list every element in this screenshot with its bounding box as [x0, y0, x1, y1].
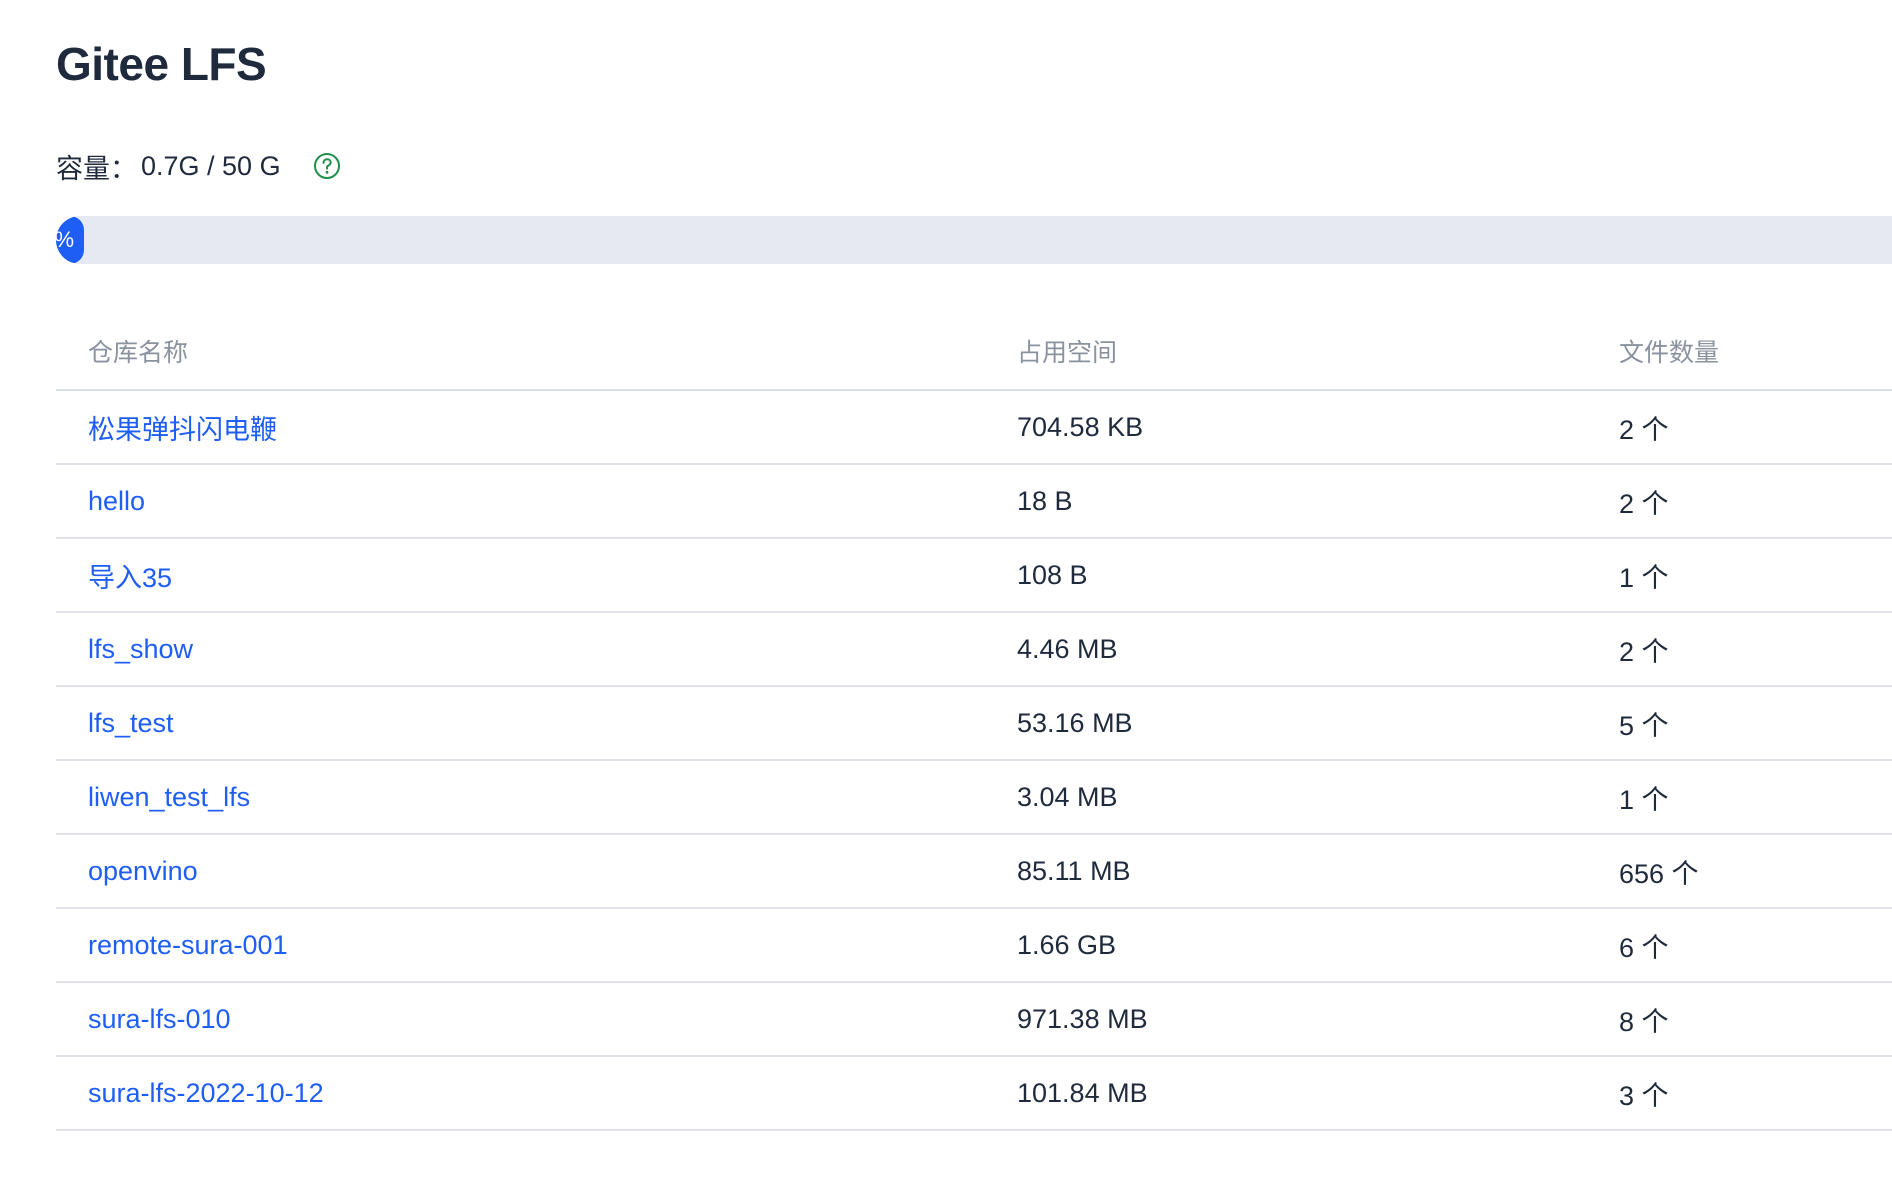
capacity-progress-bar: %: [56, 216, 1892, 264]
progress-percent-text: %: [56, 227, 74, 252]
repo-file-count-cell: 656 个: [1619, 834, 1892, 909]
repo-file-count-cell: 3 个: [1619, 1056, 1892, 1131]
column-header-size: 占用空间: [1017, 313, 1619, 391]
table-row: remote-sura-001 1.66 GB 6 个: [56, 908, 1892, 983]
table-row: sura-lfs-2022-10-12 101.84 MB 3 个: [56, 1056, 1892, 1131]
table-row: hello 18 B2 个: [56, 464, 1892, 539]
repo-file-count-cell: 5 个: [1619, 686, 1892, 761]
repo-size-cell: 18 B: [1017, 464, 1619, 539]
column-header-name: 仓库名称: [56, 313, 1017, 391]
repo-name-cell: lfs_test: [56, 686, 1017, 761]
table-row: openvino 85.11 MB 656 个: [56, 834, 1892, 909]
repo-file-count-cell: 2 个: [1619, 390, 1892, 465]
table-row: 松果弹抖闪电鞭 704.58 KB 2 个: [56, 390, 1892, 465]
repo-name-cell: remote-sura-001: [56, 908, 1017, 983]
repo-size-cell: 1.66 GB: [1017, 908, 1619, 983]
repo-name-cell: openvino: [56, 834, 1017, 909]
repo-size-cell: 3.04 MB: [1017, 760, 1619, 835]
repo-file-count-cell: 2 个: [1619, 464, 1892, 539]
repo-link[interactable]: liwen_test_lfs: [88, 782, 250, 812]
repo-link[interactable]: 导入35: [88, 563, 172, 593]
repo-name-cell: hello: [56, 464, 1017, 539]
repo-size-cell: 85.11 MB: [1017, 834, 1619, 909]
repo-name-cell: 松果弹抖闪电鞭: [56, 390, 1017, 465]
capacity-label: 容量：: [56, 153, 137, 184]
capacity-row: 容量： 0.7G / 50 G: [56, 148, 341, 184]
repo-link[interactable]: hello: [88, 486, 145, 516]
question-circle-icon[interactable]: [313, 152, 341, 180]
capacity-value: 0.7G / 50 G: [141, 150, 281, 181]
repo-link[interactable]: sura-lfs-2022-10-12: [88, 1078, 324, 1108]
repo-link[interactable]: 松果弹抖闪电鞭: [88, 415, 277, 445]
repo-file-count-cell: 1 个: [1619, 538, 1892, 613]
repo-name-cell: 导入35: [56, 538, 1017, 613]
repo-file-count-cell: 1 个: [1619, 760, 1892, 835]
table-row: 导入35 108 B1 个: [56, 538, 1892, 613]
repo-link[interactable]: lfs_test: [88, 708, 174, 738]
repo-link[interactable]: sura-lfs-010: [88, 1004, 231, 1034]
capacity-progress-fill: %: [56, 216, 84, 264]
repo-name-cell: sura-lfs-010: [56, 982, 1017, 1057]
repo-size-cell: 971.38 MB: [1017, 982, 1619, 1057]
repo-link[interactable]: lfs_show: [88, 634, 193, 664]
repo-link[interactable]: openvino: [88, 856, 198, 886]
table-row: sura-lfs-010 971.38 MB 8 个: [56, 982, 1892, 1057]
repo-table: 仓库名称 占用空间 文件数量 松果弹抖闪电鞭 704.58 KB 2 个 hello 1…: [56, 313, 1892, 1131]
repo-file-count-cell: 6 个: [1619, 908, 1892, 983]
table-row: liwen_test_lfs 3.04 MB 1 个: [56, 760, 1892, 835]
repo-size-cell: 53.16 MB: [1017, 686, 1619, 761]
repo-link[interactable]: remote-sura-001: [88, 930, 288, 960]
repo-name-cell: liwen_test_lfs: [56, 760, 1017, 835]
table-header-row: 仓库名称 占用空间 文件数量: [56, 313, 1892, 391]
repo-file-count-cell: 2 个: [1619, 612, 1892, 687]
repo-size-cell: 704.58 KB: [1017, 390, 1619, 465]
repo-table-body: 松果弹抖闪电鞭 704.58 KB 2 个 hello 18 B2 个导入35 108 B…: [56, 390, 1892, 1131]
repo-size-cell: 101.84 MB: [1017, 1056, 1619, 1131]
page-title: Gitee LFS: [56, 38, 267, 90]
column-header-count: 文件数量: [1619, 313, 1892, 391]
repo-size-cell: 4.46 MB: [1017, 612, 1619, 687]
repo-size-cell: 108 B: [1017, 538, 1619, 613]
table-row: lfs_show 4.46 MB 2 个: [56, 612, 1892, 687]
repo-name-cell: lfs_show: [56, 612, 1017, 687]
table-row: lfs_test 53.16 MB 5 个: [56, 686, 1892, 761]
repo-name-cell: sura-lfs-2022-10-12: [56, 1056, 1017, 1131]
repo-file-count-cell: 8 个: [1619, 982, 1892, 1057]
